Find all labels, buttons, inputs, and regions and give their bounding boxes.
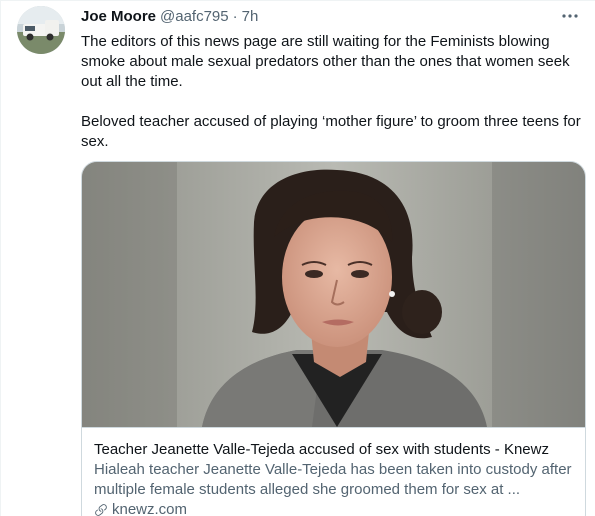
tweet-header: Joe Moore @aafc795 · 7h [81,5,579,27]
timestamp[interactable]: 7h [242,8,259,25]
mugshot-photo[interactable] [82,162,585,427]
card-domain[interactable]: knewz.com [94,500,573,516]
link-icon [95,504,107,516]
user-handle[interactable]: @aafc795 [160,8,229,25]
tweet-paragraph: Beloved teacher accused of playing ‘moth… [81,113,581,150]
avatar[interactable] [17,6,65,54]
link-card[interactable]: Teacher Jeanette Valle-Tejeda accused of… [81,161,586,516]
separator-dot: · [232,7,238,25]
tweet[interactable]: Joe Moore @aafc795 · 7h The editors of t… [0,0,595,516]
tweet-text: The editors of this news page are still … [81,32,581,152]
tweet-paragraph: The editors of this news page are still … [81,33,570,90]
card-title[interactable]: Teacher Jeanette Valle-Tejeda accused of… [94,440,573,460]
display-name[interactable]: Joe Moore [81,8,156,25]
card-description: Hialeah teacher Jeanette Valle-Tejeda ha… [94,461,572,498]
card-domain-text[interactable]: knewz.com [112,500,187,516]
ellipsis-icon[interactable] [559,7,581,25]
card-body[interactable]: Teacher Jeanette Valle-Tejeda accused of… [82,427,585,516]
